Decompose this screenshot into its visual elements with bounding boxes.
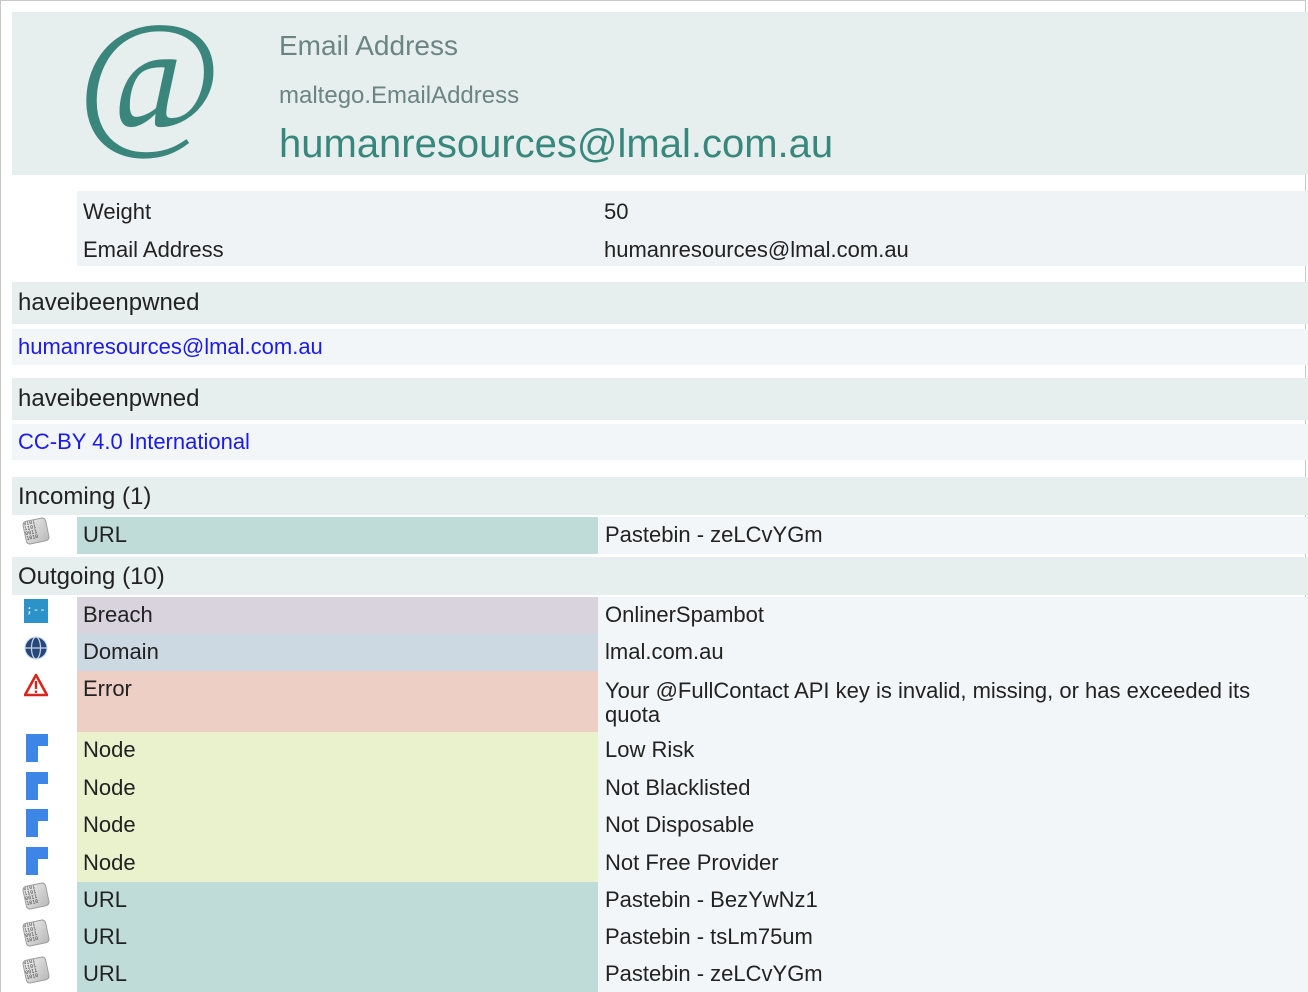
link-value: Pastebin - zeLCvYGm [598,956,1308,992]
link-type: URL [77,882,598,919]
binary-document-icon: 0101 1101 0011 1010 [21,516,51,546]
outgoing-row[interactable]: Node Low Risk [12,732,1308,770]
property-key: Email Address [83,237,224,262]
link-value: Not Free Provider [598,845,1308,882]
property-row: Weight 50 [77,193,1308,231]
outgoing-row[interactable]: ;-- Breach OnlinerSpambot [12,597,1308,634]
outgoing-row[interactable]: 0101 1101 0011 1010 URL Pastebin - zeLCvYGm [12,955,1308,992]
link-value: lmal.com.au [598,634,1308,671]
property-value: 50 [604,199,629,224]
link-value: Not Disposable [598,807,1308,845]
license-link[interactable]: CC-BY 4.0 International [12,429,250,454]
at-sign-icon: @ [78,0,222,163]
property-key: Weight [83,199,152,224]
section-title: haveibeenpwned [18,385,200,412]
outgoing-header: Outgoing (10) [12,557,1308,595]
outgoing-row[interactable]: Domain lmal.com.au [12,634,1308,671]
link-value: Pastebin - zeLCvYGm [598,517,1308,554]
warning-icon [24,673,48,697]
entity-type-label: Email Address [279,30,458,61]
link-value: Not Blacklisted [598,770,1308,807]
outgoing-row[interactable]: Error Your @FullContact API key is inval… [12,671,1308,732]
link-value: Pastebin - tsLm75um [598,919,1308,956]
email-link[interactable]: humanresources@lmal.com.au [12,334,323,359]
globe-icon [24,636,48,660]
entity-type-id: maltego.EmailAddress [279,82,520,109]
link-type: Node [77,770,598,807]
property-row: Email Address humanresources@lmal.com.au [77,231,1308,269]
binary-document-icon: 0101 1101 0011 1010 [21,881,51,911]
link-type: Node [77,807,598,845]
section-body: CC-BY 4.0 International [12,424,1308,460]
binary-document-icon: 0101 1101 0011 1010 [21,918,51,948]
link-value: OnlinerSpambot [598,597,1308,634]
entity-value: humanresources@lmal.com.au [279,122,834,166]
link-type: Breach [77,597,598,634]
entity-header: @ Email Address maltego.EmailAddress hum… [12,0,1308,175]
link-type: Node [77,845,598,882]
section-body: humanresources@lmal.com.au [12,329,1308,365]
incoming-header: Incoming (1) [12,477,1308,515]
link-value: Pastebin - BezYwNz1 [598,882,1308,919]
link-type: URL [77,919,598,956]
outgoing-row[interactable]: Node Not Disposable [12,807,1308,845]
incoming-title: Incoming (1) [18,483,152,510]
incoming-row[interactable]: 0101 1101 0011 1010 URL Pastebin - zeLCvYGm [12,516,1308,554]
link-type: URL [77,517,598,554]
node-icon [26,847,48,875]
properties-table: Weight 50 Email Address humanresources@l… [77,191,1308,266]
node-icon [26,772,48,800]
section-header-haveibeenpwned: haveibeenpwned [12,378,1308,420]
link-type: Error [77,671,598,732]
link-type: Domain [77,634,598,671]
property-value: humanresources@lmal.com.au [604,237,909,262]
binary-document-icon: 0101 1101 0011 1010 [21,955,51,985]
outgoing-row[interactable]: 0101 1101 0011 1010 URL Pastebin - tsLm75um [12,918,1308,956]
node-icon [26,809,48,837]
link-type: Node [77,732,598,770]
link-type: URL [77,956,598,992]
section-title: haveibeenpwned [18,289,200,316]
outgoing-row[interactable]: Node Not Free Provider [12,845,1308,882]
outgoing-row[interactable]: 0101 1101 0011 1010 URL Pastebin - BezYwNz1 [12,881,1308,919]
link-value: Your @FullContact API key is invalid, mi… [598,671,1308,732]
section-header-haveibeenpwned: haveibeenpwned [12,282,1308,324]
breach-icon: ;-- [24,599,48,623]
outgoing-title: Outgoing (10) [18,563,165,590]
node-icon [26,734,48,762]
outgoing-row[interactable]: Node Not Blacklisted [12,770,1308,807]
link-value: Low Risk [598,732,1308,770]
